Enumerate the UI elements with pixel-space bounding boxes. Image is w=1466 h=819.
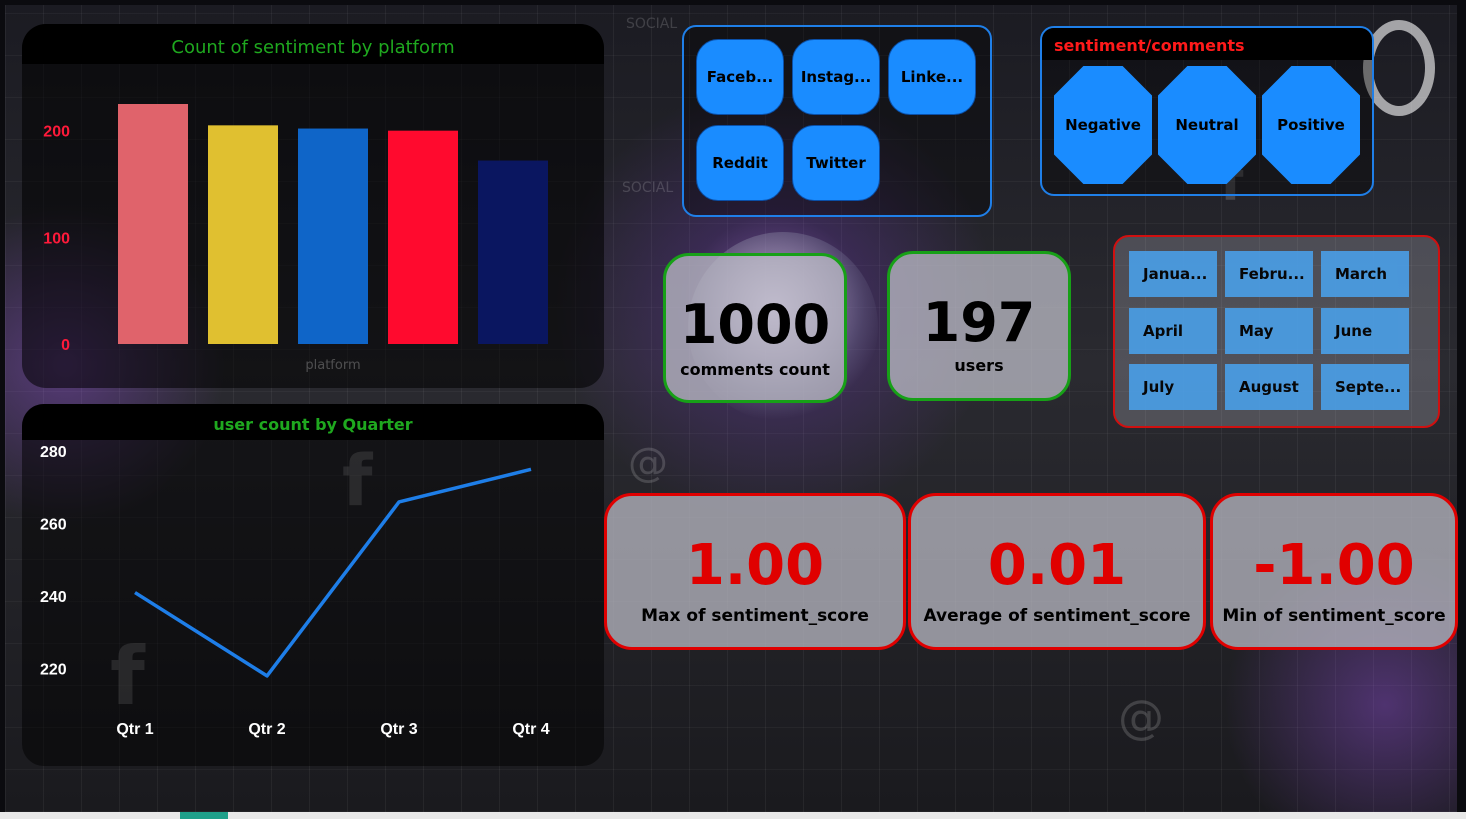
comments-count-value: 1000 (679, 293, 831, 356)
slicer-title: sentiment/comments (1042, 28, 1372, 60)
y-tick-label: 0 (61, 337, 70, 354)
y-tick-label: 240 (40, 589, 67, 606)
min-sentiment-score-label: Min of sentiment_score (1222, 606, 1446, 626)
sentiment-slicer: sentiment/comments Negative Neutral Posi… (1040, 26, 1374, 196)
users-value: 197 (922, 291, 1036, 354)
month-february-button[interactable]: Febru... (1225, 251, 1313, 297)
x-tick-label: Qtr 3 (380, 721, 417, 738)
platform-slicer: Faceb... Instag... Linke... Reddit Twitt… (682, 25, 992, 217)
y-tick-label: 100 (43, 230, 70, 247)
platform-instagram-button[interactable]: Instag... (792, 39, 880, 115)
background-social-text: SOCIAL (622, 180, 674, 196)
max-sentiment-score-label: Max of sentiment_score (641, 606, 869, 626)
y-tick-label: 280 (40, 444, 67, 461)
background-at-icon: @ (628, 440, 668, 486)
comments-count-label: comments count (680, 360, 830, 379)
platform-twitter-button[interactable]: Twitter (792, 125, 880, 201)
platform-facebook-button[interactable]: Faceb... (696, 39, 784, 115)
min-sentiment-score-card: -1.00 Min of sentiment_score (1210, 493, 1458, 650)
sentiment-negative-button[interactable]: Negative (1054, 66, 1152, 184)
bar-chart-svg: 0 100 200 platform (43, 104, 548, 373)
x-tick-label: Qtr 1 (116, 721, 153, 738)
platform-linkedin-button[interactable]: Linke... (888, 39, 976, 115)
month-august-button[interactable]: August (1225, 364, 1313, 410)
line-chart-svg: 220 240 260 280 Qtr 1 Qtr 2 Qtr 3 Qtr 4 (40, 444, 550, 738)
month-july-button[interactable]: July (1129, 364, 1217, 410)
sentiment-neutral-button[interactable]: Neutral (1158, 66, 1256, 184)
month-march-button[interactable]: March (1321, 251, 1409, 297)
average-sentiment-score-value: 0.01 (987, 533, 1127, 598)
bar-linkedin[interactable] (298, 128, 368, 344)
month-slicer: Janua... Febru... March April May June J… (1113, 235, 1440, 428)
month-june-button[interactable]: June (1321, 308, 1409, 354)
background-social-text: SOCIAL (626, 16, 678, 32)
bar-facebook[interactable] (118, 104, 188, 344)
user-count-by-quarter-chart: user count by Quarter 220 240 260 280 Qtr 1Q… (22, 404, 604, 766)
platform-reddit-button[interactable]: Reddit (696, 125, 784, 201)
min-sentiment-score-value: -1.00 (1253, 533, 1415, 598)
sentiment-positive-button[interactable]: Positive (1262, 66, 1360, 184)
bar-twitter[interactable] (478, 160, 548, 344)
max-sentiment-score-card: 1.00 Max of sentiment_score (604, 493, 906, 650)
y-tick-label: 200 (43, 124, 70, 141)
x-axis-label: platform (305, 358, 360, 373)
bar-reddit[interactable] (388, 130, 458, 344)
month-april-button[interactable]: April (1129, 308, 1217, 354)
x-tick-label: Qtr 4 (512, 721, 549, 738)
max-sentiment-score-value: 1.00 (685, 533, 825, 598)
x-tick-label: Qtr 2 (248, 721, 285, 738)
users-label: users (954, 356, 1004, 375)
comments-count-card: 1000 comments count (663, 253, 847, 403)
average-sentiment-score-label: Average of sentiment_score (923, 606, 1191, 626)
average-sentiment-score-card: 0.01 Average of sentiment_score (908, 493, 1206, 650)
user-count-line[interactable] (134, 467, 532, 678)
sentiment-by-platform-chart: Count of sentiment by platform 0 100 200 pl… (22, 24, 604, 388)
month-january-button[interactable]: Janua... (1129, 251, 1217, 297)
active-page-tab[interactable] (180, 812, 228, 819)
background-at-icon: @ (1118, 690, 1164, 744)
bar-instagram[interactable] (208, 125, 278, 344)
month-may-button[interactable]: May (1225, 308, 1313, 354)
users-card: 197 users (887, 251, 1071, 401)
y-tick-label: 260 (40, 517, 67, 534)
y-tick-label: 220 (40, 662, 67, 679)
month-september-button[interactable]: Septe... (1321, 364, 1409, 410)
